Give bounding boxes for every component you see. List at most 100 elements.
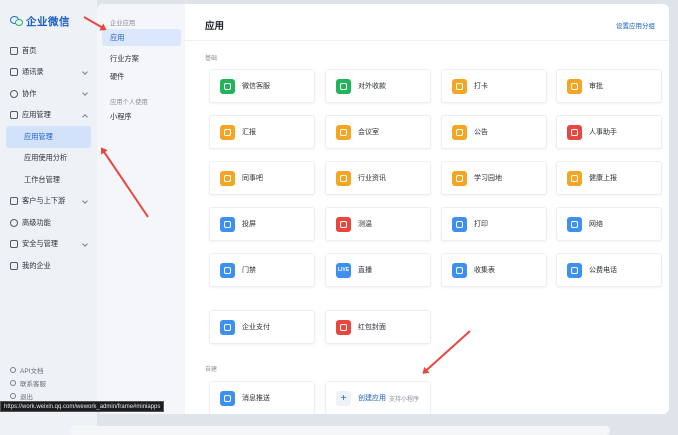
red-packet-icon: [336, 319, 351, 335]
app-card-label: 消息推送: [242, 395, 270, 402]
apps-content: 应用 设置应用分组 基础 微信客服 对外收款 打卡 审批 汇报 会议室 公告 人事助手 同事吧 行…: [185, 4, 669, 414]
colleague-icon: [220, 170, 235, 186]
support-link[interactable]: 联系客服: [10, 376, 46, 389]
sidebar-item-label: 客户与上下游: [22, 196, 66, 206]
sidebar-item-label: 高级功能: [22, 217, 51, 227]
app-card[interactable]: 健康上报: [556, 161, 662, 195]
category-industry-solutions[interactable]: 行业方案: [102, 50, 181, 67]
app-card[interactable]: 学习园地: [441, 161, 547, 195]
app-card-label: 健康上报: [589, 175, 617, 182]
chevron-down-icon: [82, 68, 88, 75]
app-card[interactable]: 收集表: [441, 253, 547, 287]
exit-icon: [10, 392, 16, 399]
create-app-button[interactable]: + 创建应用 支持小程序: [325, 381, 431, 414]
thermometer-icon: [336, 216, 351, 232]
app-card[interactable]: 行业资讯: [325, 161, 431, 195]
home-icon: [10, 46, 18, 55]
app-card-label: 公告: [474, 129, 488, 136]
app-card-label: 网络: [589, 221, 603, 228]
industry-news-icon: [336, 170, 351, 186]
message-push-icon: [220, 390, 235, 406]
sidebar-item-my-company[interactable]: 我的企业: [0, 255, 97, 277]
hr-assistant-icon: [567, 124, 582, 140]
left-sidebar: 企业微信 首页 通讯录 协作 应用管理 应用管理 应用使用分析 工作台管理 客户…: [0, 0, 97, 435]
sidebar-nav: 首页 通讯录 协作 应用管理 应用管理 应用使用分析 工作台管理 客户与上下游 …: [0, 40, 97, 277]
app-card-label: 公费电话: [589, 267, 617, 274]
app-card[interactable]: 消息推送: [209, 381, 315, 414]
app-card-label: 测温: [358, 221, 372, 228]
category-apps[interactable]: 应用: [102, 29, 181, 46]
announcement-icon: [452, 124, 467, 140]
sidebar-item-label: 应用管理: [22, 110, 51, 120]
category-mini-programs[interactable]: 小程序: [102, 108, 181, 125]
sidebar-item-home[interactable]: 首页: [0, 40, 97, 62]
sidebar-item-contacts[interactable]: 通讯录: [0, 62, 97, 84]
sidebar-item-advanced[interactable]: 高级功能: [0, 212, 97, 234]
sidebar-item-app-management[interactable]: 应用管理: [0, 105, 97, 127]
page-title: 应用: [205, 21, 225, 32]
app-card[interactable]: 打印: [441, 207, 547, 241]
printer-icon: [452, 216, 467, 232]
sidebar-item-label: 通讯录: [22, 67, 44, 77]
app-card[interactable]: 微信客服: [209, 69, 315, 103]
app-card[interactable]: 审批: [556, 69, 662, 103]
sidebar-subitem-usage-analysis[interactable]: 应用使用分析: [0, 148, 97, 170]
customer-icon: [10, 197, 18, 206]
sidebar-item-label: 协作: [22, 88, 37, 98]
app-card[interactable]: 同事吧: [209, 161, 315, 195]
app-card-label: 微信客服: [242, 83, 270, 90]
link-label: 退出: [20, 393, 33, 401]
approval-icon: [567, 78, 582, 94]
app-card[interactable]: 测温: [325, 207, 431, 241]
app-card[interactable]: 门禁: [209, 253, 315, 287]
sidebar-item-label: 安全与管理: [22, 239, 58, 249]
plus-icon: +: [336, 390, 351, 406]
app-card[interactable]: 红包封面: [325, 310, 431, 344]
screen-cast-icon: [220, 216, 235, 232]
bottom-scroll-area: [70, 426, 610, 435]
sidebar-subitem-workbench[interactable]: 工作台管理: [0, 169, 97, 191]
app-card-label: 行业资讯: [358, 175, 386, 182]
sidebar-item-security[interactable]: 安全与管理: [0, 234, 97, 256]
app-group-settings-link[interactable]: 设置应用分组: [616, 20, 655, 30]
live-icon: LIVE: [336, 262, 351, 278]
app-card-label: 审批: [589, 83, 603, 90]
app-card[interactable]: 投屏: [209, 207, 315, 241]
app-card[interactable]: 企业支付: [209, 310, 315, 344]
app-card[interactable]: 打卡: [441, 69, 547, 103]
app-card[interactable]: 公告: [441, 115, 547, 149]
app-card[interactable]: 公费电话: [556, 253, 662, 287]
category-hardware[interactable]: 硬件: [102, 68, 181, 85]
phone-icon: [567, 262, 582, 278]
payment-icon: [336, 78, 351, 94]
app-card-label: 学习园地: [474, 175, 502, 182]
app-name: 企业微信: [26, 16, 70, 28]
chevron-down-icon: [82, 240, 88, 247]
app-card[interactable]: 人事助手: [556, 115, 662, 149]
app-card-label: 对外收款: [358, 83, 386, 90]
collab-icon: [10, 89, 18, 98]
app-card-label: 收集表: [474, 267, 495, 274]
sidebar-subitem-app-management[interactable]: 应用管理: [6, 126, 91, 148]
app-card-label: 会议室: [358, 129, 379, 136]
contacts-icon: [10, 68, 18, 77]
wechat-service-icon: [220, 78, 235, 94]
link-label: API文档: [20, 367, 44, 375]
app-card[interactable]: 网络: [556, 207, 662, 241]
chevron-up-icon: [82, 113, 88, 120]
app-logo[interactable]: 企业微信: [10, 14, 70, 29]
network-icon: [567, 216, 582, 232]
app-card[interactable]: LIVE 直播: [325, 253, 431, 287]
app-card-label: 创建应用: [358, 395, 386, 402]
sidebar-item-collab[interactable]: 协作: [0, 83, 97, 105]
app-card-label: 直播: [358, 267, 372, 274]
api-docs-link[interactable]: API文档: [10, 363, 46, 376]
location-pin-icon: [452, 78, 467, 94]
enterprise-pay-icon: [220, 319, 235, 335]
security-icon: [10, 240, 18, 249]
app-card-label: 人事助手: [589, 129, 617, 136]
sidebar-item-customers[interactable]: 客户与上下游: [0, 191, 97, 213]
app-card[interactable]: 会议室: [325, 115, 431, 149]
app-card[interactable]: 对外收款: [325, 69, 431, 103]
app-card[interactable]: 汇报: [209, 115, 315, 149]
